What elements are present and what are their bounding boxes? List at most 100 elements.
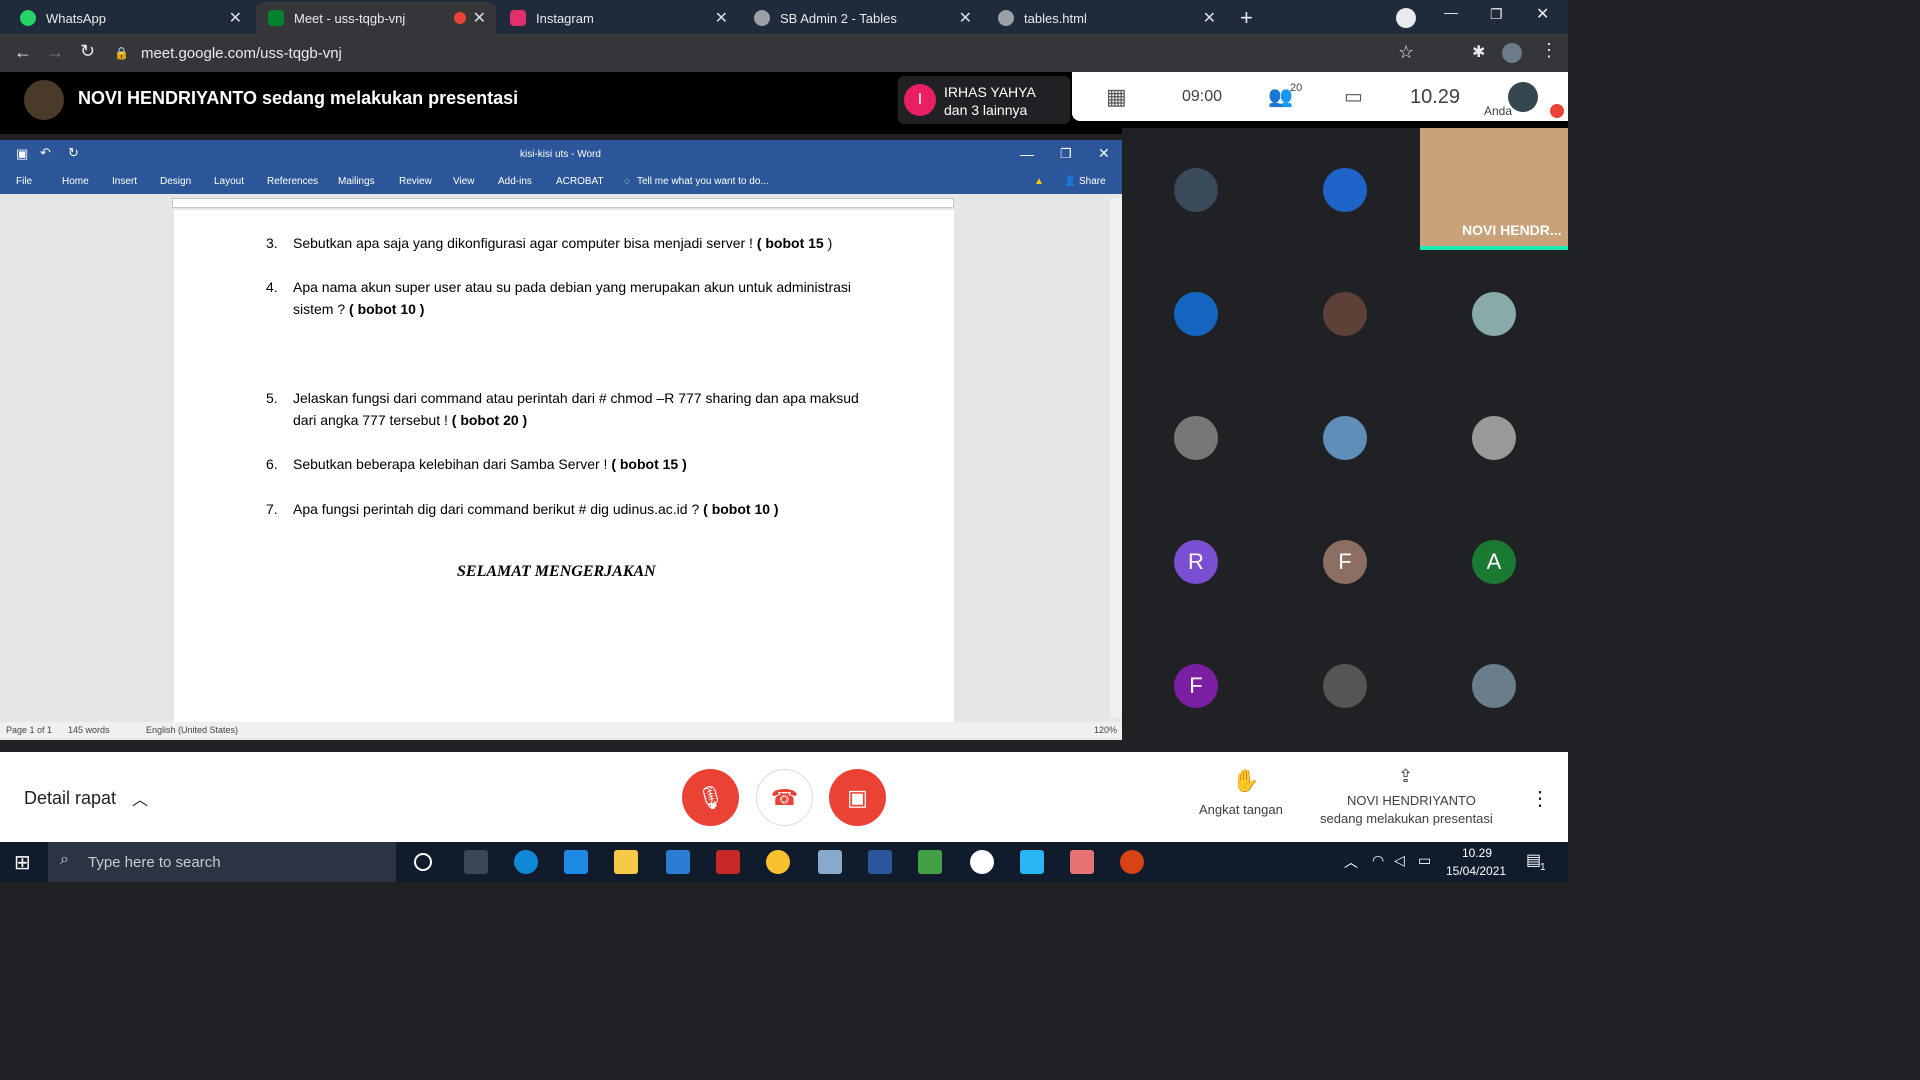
notification-icon[interactable]: ▤ — [1526, 850, 1541, 870]
redo-icon[interactable]: ↻ — [68, 145, 79, 161]
new-tab-button[interactable]: + — [1240, 5, 1253, 31]
recording-icon — [454, 12, 466, 24]
tab-title: SB Admin 2 - Tables — [780, 10, 897, 26]
closing-text: SELAMAT MENGERJAKAN — [457, 563, 656, 580]
more-options-icon[interactable]: ⋮ — [1530, 786, 1550, 811]
participant-avatar — [1323, 292, 1367, 336]
back-icon[interactable]: ← — [14, 42, 32, 63]
search-icon: ⌕ — [60, 851, 69, 868]
tray-chevron-icon[interactable]: ︿ — [1344, 852, 1358, 872]
vscode-icon[interactable] — [666, 850, 690, 874]
chat-icon[interactable]: ▭ — [1344, 84, 1363, 109]
search-placeholder: Type here to search — [88, 853, 221, 871]
task-view-icon[interactable] — [464, 850, 488, 874]
presenting-text[interactable]: sedang melakukan presentasi — [1320, 811, 1493, 826]
mic-off-icon — [1550, 104, 1564, 118]
ribbon-review[interactable]: Review — [399, 176, 432, 187]
tab-title: tables.html — [1024, 10, 1087, 26]
tray-date[interactable]: 15/04/2021 — [1446, 864, 1506, 878]
ribbon-insert[interactable]: Insert — [112, 176, 137, 187]
address-bar: ← → ↻ 🔒 meet.google.com/uss-tqgb-vnj ☆ ✱… — [0, 34, 1568, 72]
file-explorer-icon[interactable] — [614, 850, 638, 874]
chrome-icon[interactable] — [766, 850, 790, 874]
ribbon-file[interactable]: File — [16, 176, 32, 187]
wifi-icon[interactable]: ◠ — [1372, 852, 1384, 869]
extensions-icon[interactable]: ✱ — [1472, 42, 1485, 62]
close-icon[interactable]: ✕ — [473, 8, 486, 28]
close-window-icon[interactable]: ✕ — [1536, 4, 1549, 24]
scrollbar[interactable] — [1110, 198, 1122, 718]
url-field[interactable]: 🔒 meet.google.com/uss-tqgb-vnj — [114, 40, 1368, 66]
windows-start-icon[interactable]: ⊞ — [14, 850, 31, 875]
star-icon[interactable]: ☆ — [1398, 42, 1414, 63]
mic-off-button[interactable]: 🎙 — [682, 769, 739, 826]
edge-icon[interactable] — [514, 850, 538, 874]
tray-time[interactable]: 10.29 — [1462, 846, 1492, 860]
chevron-up-icon[interactable]: ︿ — [132, 786, 148, 810]
volume-icon[interactable]: ◁ — [1394, 852, 1405, 869]
maximize-icon[interactable]: ❐ — [1490, 6, 1503, 23]
ribbon-design[interactable]: Design — [160, 176, 191, 187]
hand-icon[interactable]: ✋ — [1232, 768, 1259, 794]
participant-avatar — [1174, 292, 1218, 336]
ribbon-view[interactable]: View — [453, 176, 475, 187]
app-icon[interactable] — [818, 850, 842, 874]
leave-call-button[interactable]: ☎ — [756, 769, 813, 826]
camera-off-button[interactable]: ▣ — [829, 769, 886, 826]
cortana-icon[interactable] — [414, 853, 432, 871]
presenting-name[interactable]: NOVI HENDRIYANTO — [1347, 793, 1476, 808]
reload-icon[interactable]: ↻ — [80, 41, 95, 62]
ribbon-addins[interactable]: Add-ins — [498, 176, 532, 187]
game-icon[interactable] — [716, 850, 740, 874]
meet-header: NOVI HENDRIYANTO sedang melakukan presen… — [0, 72, 1568, 134]
app-icon[interactable] — [1070, 850, 1094, 874]
tab-instagram[interactable]: Instagram ✕ — [498, 2, 738, 34]
battery-icon[interactable]: ▭ — [1418, 852, 1431, 869]
browser-tab-bar: WhatsApp ✕ Meet - uss-tqgb-vnj ✕ Instagr… — [0, 0, 1568, 34]
warning-icon: ▲ — [1034, 176, 1044, 187]
mic-off-icon: 🎙 — [696, 784, 725, 810]
tab-sb-admin[interactable]: SB Admin 2 - Tables ✕ — [742, 2, 982, 34]
tell-me[interactable]: Tell me what you want to do... — [637, 176, 769, 187]
close-icon[interactable]: ✕ — [229, 8, 242, 28]
ribbon-acrobat[interactable]: ACROBAT — [556, 176, 604, 187]
tab-search-icon[interactable] — [1396, 8, 1416, 28]
ribbon-mailings[interactable]: Mailings — [338, 176, 375, 187]
presenter-avatar — [24, 80, 64, 120]
taskbar: ⊞ ⌕ Type here to search ︿ ◠ ◁ ▭ 10.29 15… — [0, 842, 1568, 882]
taskbar-search[interactable]: ⌕ Type here to search — [48, 842, 396, 882]
close-icon[interactable]: ✕ — [959, 8, 972, 28]
participant-avatar — [1174, 416, 1218, 460]
word-icon[interactable] — [868, 850, 892, 874]
share-button[interactable]: Share — [1079, 176, 1106, 187]
app-icon[interactable] — [918, 850, 942, 874]
forward-icon[interactable]: → — [46, 42, 64, 63]
close-icon[interactable]: ✕ — [715, 8, 728, 28]
save-icon[interactable]: ▣ — [16, 146, 28, 162]
present-icon[interactable]: ⇪ — [1398, 766, 1413, 787]
raise-hand-label[interactable]: Angkat tangan — [1199, 802, 1283, 817]
ribbon-references[interactable]: References — [267, 176, 318, 187]
close-icon[interactable]: ✕ — [1098, 145, 1110, 162]
ribbon-layout[interactable]: Layout — [214, 176, 244, 187]
ribbon-home[interactable]: Home — [62, 176, 89, 187]
restore-icon[interactable]: ❐ — [1060, 146, 1072, 162]
app-icon[interactable] — [1020, 850, 1044, 874]
app-icon[interactable] — [970, 850, 994, 874]
word-title: kisi-kisi uts - Word — [520, 149, 601, 160]
undo-icon[interactable]: ↶ — [40, 145, 51, 161]
grid-off-icon[interactable]: ▦ — [1106, 84, 1127, 110]
minimize-icon[interactable]: — — [1444, 4, 1458, 20]
menu-icon[interactable]: ⋮ — [1540, 40, 1558, 61]
powerpoint-icon[interactable] — [1120, 850, 1144, 874]
close-icon[interactable]: ✕ — [1203, 8, 1216, 28]
tab-whatsapp[interactable]: WhatsApp ✕ — [8, 2, 252, 34]
minimize-icon[interactable]: — — [1020, 146, 1034, 162]
tab-tables[interactable]: tables.html ✕ — [986, 2, 1226, 34]
profile-avatar[interactable] — [1502, 43, 1522, 63]
tab-meet[interactable]: Meet - uss-tqgb-vnj ✕ — [256, 2, 496, 34]
self-video-tile: NOVI HENDR... — [1420, 128, 1568, 250]
url-text: meet.google.com/uss-tqgb-vnj — [140, 44, 342, 62]
mail-icon[interactable] — [564, 850, 588, 874]
meeting-details[interactable]: Detail rapat — [24, 788, 116, 809]
